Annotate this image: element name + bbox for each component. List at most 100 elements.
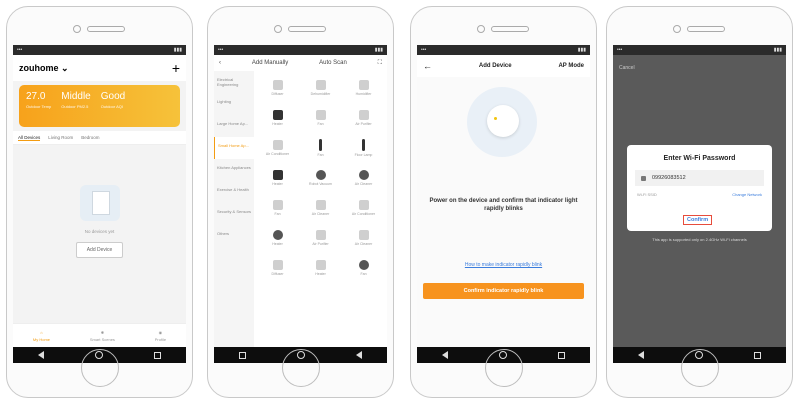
back-icon[interactable] bbox=[638, 351, 645, 359]
device-icon bbox=[315, 200, 326, 210]
tab-bedroom[interactable]: Bedroom bbox=[81, 135, 99, 140]
category-item[interactable]: Electrical Engineering bbox=[214, 71, 254, 93]
device-icon bbox=[358, 230, 369, 240]
add-device-button[interactable]: Add Device bbox=[75, 242, 124, 258]
tutorial-stage: ••• ▮▮▮ zouhome ⌄ + 27.0 Outdoor Temp Midd… bbox=[0, 0, 801, 404]
phone-3: ••• ▮▮▮ ← Add Device AP Mode Power on the… bbox=[410, 6, 597, 398]
device-icon bbox=[358, 260, 369, 270]
device-type-item[interactable]: Robot Vacuum bbox=[299, 163, 342, 193]
ap-mode-toggle[interactable]: AP Mode bbox=[558, 63, 584, 69]
home-selector[interactable]: zouhome ⌄ bbox=[19, 63, 69, 74]
speaker bbox=[87, 26, 125, 32]
device-type-item[interactable]: Dehumidifier bbox=[299, 73, 342, 103]
device-type-item[interactable]: Diffuser bbox=[256, 73, 299, 103]
category-item[interactable]: Large Home Ap... bbox=[214, 115, 254, 137]
device-type-item[interactable]: Air Conditioner bbox=[256, 133, 299, 163]
phone-4: ••• ▮▮▮ Cancel Enter Wi-Fi Password 09926… bbox=[606, 6, 793, 398]
aqi-value: Good bbox=[100, 91, 126, 102]
device-icon bbox=[315, 80, 326, 90]
device-icon bbox=[315, 170, 326, 180]
device-type-item[interactable]: Fan bbox=[256, 193, 299, 223]
add-icon[interactable]: + bbox=[172, 60, 180, 76]
tab-add-manually[interactable]: Add Manually bbox=[252, 60, 288, 66]
device-type-item[interactable]: Air Conditioner bbox=[342, 193, 385, 223]
category-item[interactable]: Lighting bbox=[214, 93, 254, 115]
network-row: Wi-Fi SSID Change Network bbox=[627, 186, 772, 197]
tab-auto-scan[interactable]: Auto Scan bbox=[319, 60, 347, 66]
device-type-item[interactable]: Diffuser bbox=[256, 253, 299, 283]
back-arrow-icon[interactable]: ← bbox=[423, 61, 432, 71]
cancel-link[interactable]: Cancel bbox=[619, 65, 635, 71]
tab-living-room[interactable]: Living Room bbox=[48, 135, 73, 140]
weather-card: 27.0 Outdoor Temp Middle Outdoor PM2.5 Goo… bbox=[19, 85, 180, 127]
home-button[interactable] bbox=[485, 349, 523, 387]
home-button[interactable] bbox=[81, 349, 119, 387]
tab-all-devices[interactable]: All Devices bbox=[18, 135, 41, 141]
category-item[interactable]: Small Home Ap... bbox=[214, 137, 254, 159]
recents-icon[interactable] bbox=[753, 351, 761, 359]
phone-1: ••• ▮▮▮ zouhome ⌄ + 27.0 Outdoor Temp Midd… bbox=[6, 6, 193, 398]
device-icon bbox=[272, 140, 283, 150]
category-item[interactable]: Security & Sensors bbox=[214, 203, 254, 225]
device-type-label: Air Purifier bbox=[355, 122, 372, 126]
back-icon[interactable] bbox=[38, 351, 45, 359]
device-type-item[interactable]: Fan bbox=[299, 133, 342, 163]
category-item[interactable]: Exercise & Health bbox=[214, 181, 254, 203]
ap-content: Power on the device and confirm that ind… bbox=[417, 77, 590, 347]
confirm-button[interactable]: Confirm bbox=[683, 215, 713, 225]
status-bar: ••• ▮▮▮ bbox=[417, 45, 590, 55]
device-type-item[interactable]: Air Cleaner bbox=[342, 163, 385, 193]
device-icon bbox=[358, 170, 369, 180]
temp-value: 27.0 bbox=[26, 91, 46, 102]
back-icon[interactable] bbox=[442, 351, 449, 359]
category-item[interactable]: Others bbox=[214, 225, 254, 247]
device-type-label: Heater bbox=[272, 182, 283, 186]
catalog-body: Electrical Engineering Lighting Large Home… bbox=[214, 71, 387, 347]
scan-icon[interactable]: ⛶ bbox=[378, 60, 382, 67]
back-icon[interactable] bbox=[355, 351, 362, 359]
tab-my-home[interactable]: ⌂ My Home bbox=[33, 330, 50, 342]
home-icon: ⌂ bbox=[40, 329, 43, 335]
device-type-item[interactable]: Heater bbox=[256, 223, 299, 253]
device-icon bbox=[315, 230, 326, 240]
recents-icon[interactable] bbox=[239, 351, 247, 359]
password-value: 09926083512 bbox=[652, 175, 686, 181]
tab-smart-scenes[interactable]: ✱ Smart Scenes bbox=[90, 330, 115, 342]
room-tabs: All Devices Living Room Bedroom bbox=[13, 131, 186, 145]
device-type-item[interactable]: Heater bbox=[256, 163, 299, 193]
bottom-tabs: ⌂ My Home ✱ Smart Scenes ◉ Profile bbox=[13, 323, 186, 347]
device-type-item[interactable]: Heater bbox=[256, 103, 299, 133]
back-arrow-icon[interactable]: ‹ bbox=[219, 60, 221, 66]
category-list: Electrical Engineering Lighting Large Home… bbox=[214, 71, 254, 347]
change-network-link[interactable]: Change Network bbox=[732, 192, 762, 197]
speaker bbox=[687, 26, 725, 32]
category-item[interactable]: Kitchen Appliances bbox=[214, 159, 254, 181]
device-type-label: Air Cleaner bbox=[311, 212, 330, 216]
help-link[interactable]: How to make indicator rapidly blink bbox=[417, 262, 590, 268]
device-icon bbox=[315, 110, 326, 120]
recents-icon[interactable] bbox=[557, 351, 565, 359]
wifi-dialog: Enter Wi-Fi Password 09926083512 Wi-Fi S… bbox=[627, 145, 772, 231]
device-type-label: Dehumidifier bbox=[310, 92, 331, 96]
device-type-item[interactable]: Heater bbox=[299, 253, 342, 283]
password-field[interactable]: 09926083512 bbox=[635, 170, 764, 186]
device-type-item[interactable]: Humidifier bbox=[342, 73, 385, 103]
home-button[interactable] bbox=[681, 349, 719, 387]
device-type-item[interactable]: Fan bbox=[299, 103, 342, 133]
device-type-item[interactable]: Air Purifier bbox=[299, 223, 342, 253]
device-type-item[interactable]: Air Cleaner bbox=[342, 223, 385, 253]
device-type-label: Heater bbox=[315, 272, 326, 276]
confirm-blink-button[interactable]: Confirm indicator rapidly blink bbox=[423, 283, 584, 299]
device-type-item[interactable]: Air Cleaner bbox=[299, 193, 342, 223]
recents-icon[interactable] bbox=[153, 351, 161, 359]
device-icon bbox=[272, 170, 283, 180]
device-type-label: Air Purifier bbox=[312, 242, 329, 246]
device-type-item[interactable]: Fan bbox=[342, 253, 385, 283]
tab-profile[interactable]: ◉ Profile bbox=[155, 330, 166, 342]
device-type-item[interactable]: Air Purifier bbox=[342, 103, 385, 133]
device-type-label: Robot Vacuum bbox=[309, 182, 332, 186]
device-type-label: Heater bbox=[272, 242, 283, 246]
device-type-label: Fan bbox=[274, 212, 281, 216]
home-button[interactable] bbox=[282, 349, 320, 387]
device-type-item[interactable]: Floor Lamp bbox=[342, 133, 385, 163]
